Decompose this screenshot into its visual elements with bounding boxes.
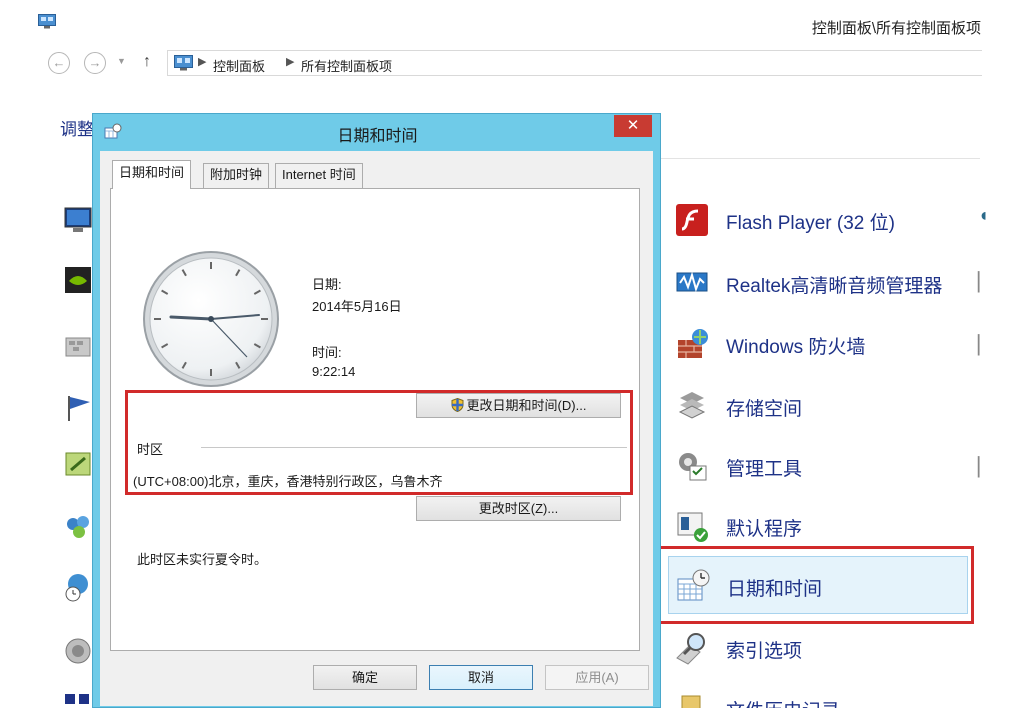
partial-item-icon: ▏ bbox=[978, 272, 992, 292]
cp-item-date-and-time[interactable]: 日期和时间 bbox=[668, 556, 968, 614]
network-icon[interactable] bbox=[63, 690, 93, 708]
tab-internet-time[interactable]: Internet 时间 bbox=[275, 163, 363, 188]
cp-item-label: 日期和时间 bbox=[727, 579, 823, 600]
breadcrumb-separator-icon[interactable]: ▶ bbox=[198, 55, 206, 68]
cp-item-flash-player[interactable]: Flash Player (32 位) bbox=[668, 191, 968, 249]
cp-item-admin-tools[interactable]: 管理工具 bbox=[668, 437, 968, 495]
change-timezone-button[interactable]: 更改时区(Z)... bbox=[416, 496, 621, 521]
region-clock-icon[interactable] bbox=[63, 572, 93, 602]
cp-item-file-history[interactable]: 文件历史记录 bbox=[668, 679, 968, 708]
cp-item-label: Windows 防火墙 bbox=[726, 337, 866, 358]
breadcrumb-control-panel[interactable]: 控制面板 bbox=[213, 56, 265, 75]
cp-item-label: Flash Player (32 位) bbox=[726, 213, 895, 234]
cp-item-label: 文件历史记录 bbox=[726, 696, 840, 708]
cp-item-indexing-options[interactable]: 索引选项 bbox=[668, 619, 968, 677]
up-level-button[interactable]: ↑ bbox=[143, 53, 151, 71]
bitlocker-icon[interactable] bbox=[63, 330, 93, 360]
indexing-icon bbox=[676, 633, 705, 665]
admin-tools-icon bbox=[679, 453, 707, 481]
dialog-title: 日期和时间 bbox=[337, 128, 418, 145]
cp-item-label: Realtek高清晰音频管理器 bbox=[726, 276, 943, 297]
analog-clock bbox=[143, 251, 279, 387]
display-icon[interactable] bbox=[63, 205, 93, 235]
heading-divider bbox=[650, 158, 980, 159]
back-button[interactable]: ← bbox=[48, 52, 70, 74]
date-value: 2014年5月16日 bbox=[312, 299, 402, 314]
recent-locations-dropdown-icon[interactable]: ▼ bbox=[117, 56, 126, 66]
tab-date-and-time[interactable]: 日期和时间 bbox=[112, 160, 192, 189]
firewall-icon bbox=[678, 329, 708, 358]
page-heading: 调整 bbox=[60, 120, 94, 139]
breadcrumb-separator-icon[interactable]: ▶ bbox=[286, 55, 294, 68]
cp-item-label: 管理工具 bbox=[726, 459, 803, 480]
change-date-time-button[interactable]: 更改日期和时间(D)... bbox=[416, 393, 621, 418]
partial-item-icon: ▏ bbox=[978, 335, 992, 355]
address-bar[interactable]: ▶ 控制面板 ▶ 所有控制面板项 bbox=[167, 50, 982, 76]
change-date-time-label: 更改日期和时间(D)... bbox=[466, 398, 587, 413]
cp-item-label: 默认程序 bbox=[726, 519, 803, 540]
timezone-group-divider bbox=[201, 447, 627, 448]
dst-note: 此时区未实行夏令时。 bbox=[137, 552, 268, 567]
storage-spaces-icon bbox=[678, 392, 706, 419]
cp-item-default-programs[interactable]: 默认程序 bbox=[668, 497, 968, 555]
control-panel-icon bbox=[174, 55, 193, 71]
forward-button[interactable]: → bbox=[84, 52, 106, 74]
dialog-body: 日期和时间 附加时钟 Internet 时间 日期: 2014年5月16日 时间… bbox=[100, 151, 653, 706]
cp-item-windows-firewall[interactable]: Windows 防火墙 bbox=[668, 315, 968, 373]
window-title: 控制面板\所有控制面板项 bbox=[811, 20, 981, 37]
uac-shield-icon bbox=[451, 398, 464, 412]
date-label: 日期: bbox=[312, 277, 342, 292]
nvidia-icon[interactable] bbox=[63, 265, 93, 295]
default-programs-icon bbox=[677, 512, 708, 542]
cp-item-realtek-audio[interactable]: Realtek高清晰音频管理器 bbox=[668, 254, 968, 312]
time-label: 时间: bbox=[312, 345, 342, 360]
apply-button[interactable]: 应用(A) bbox=[545, 665, 649, 690]
homegroup-icon[interactable] bbox=[63, 512, 93, 542]
control-panel-icon bbox=[38, 14, 56, 29]
system-tool-icon[interactable] bbox=[63, 450, 93, 480]
tab-additional-clocks[interactable]: 附加时钟 bbox=[203, 163, 270, 188]
time-value: 9:22:14 bbox=[312, 364, 356, 379]
tab-panel-date-and-time: 日期: 2014年5月16日 时间: 9:22:14 更改日期和时间(D)...… bbox=[110, 188, 640, 651]
action-center-flag-icon[interactable] bbox=[63, 393, 93, 423]
speaker-icon[interactable] bbox=[63, 636, 93, 666]
flash-icon bbox=[676, 204, 708, 236]
partial-item-icon: ▏ bbox=[978, 457, 992, 477]
timezone-group-label: 时区 bbox=[137, 442, 164, 457]
file-history-icon bbox=[681, 695, 701, 708]
cp-item-storage-spaces[interactable]: 存储空间 bbox=[668, 377, 968, 435]
date-time-icon bbox=[677, 569, 710, 601]
breadcrumb-all-items[interactable]: 所有控制面板项 bbox=[301, 56, 392, 75]
navigation-bar: ← → ▼ ↑ ▶ 控制面板 ▶ 所有控制面板项 bbox=[0, 44, 1025, 82]
cp-item-label: 存储空间 bbox=[726, 399, 803, 420]
partial-item-icon: ◖ bbox=[978, 205, 989, 225]
cp-item-label: 索引选项 bbox=[726, 641, 803, 662]
realtek-audio-icon bbox=[676, 271, 708, 293]
timezone-value: (UTC+08:00)北京，重庆，香港特别行政区，乌鲁木齐 bbox=[133, 474, 443, 489]
date-time-dialog: 日期和时间 ✕ 日期和时间 附加时钟 Internet 时间 日期: 2014年… bbox=[92, 113, 661, 708]
ok-button[interactable]: 确定 bbox=[313, 665, 417, 690]
cancel-button[interactable]: 取消 bbox=[429, 665, 533, 690]
window-titlebar: 控制面板\所有控制面板项 bbox=[0, 0, 1025, 44]
close-button[interactable]: ✕ bbox=[614, 115, 652, 137]
